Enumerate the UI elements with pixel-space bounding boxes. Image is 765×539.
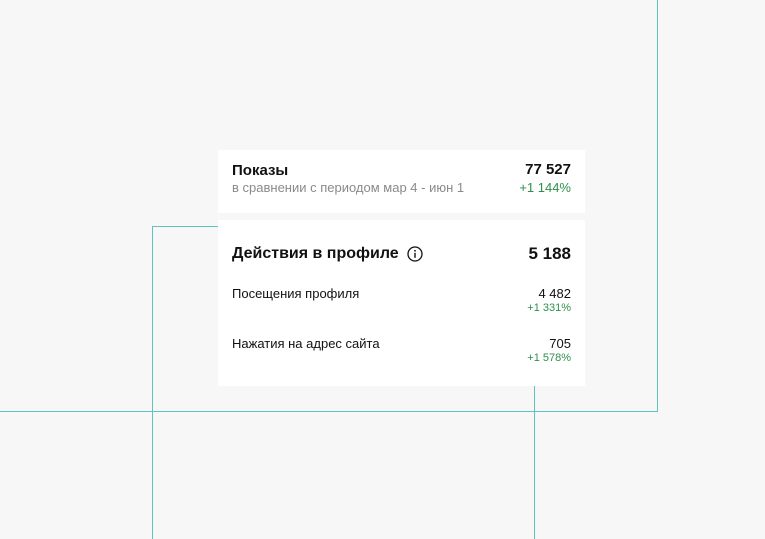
profile-actions-value: 5 188 — [528, 244, 571, 263]
profile-visits-label: Посещения профиля — [232, 286, 360, 301]
website-taps-value: 705 — [549, 336, 571, 351]
profile-actions-header: Действия в профиле — [232, 245, 423, 263]
profile-visits-change: +1 331% — [527, 302, 571, 314]
impressions-change: +1 144% — [519, 180, 571, 195]
impressions-card: Показы в сравнении с периодом мар 4 - ию… — [218, 150, 585, 213]
comparison-period-text: в сравнении с периодом мар 4 - июн 1 — [232, 180, 465, 195]
info-icon[interactable] — [407, 246, 423, 262]
website-taps-change: +1 578% — [527, 352, 571, 364]
guide-line — [0, 411, 658, 412]
guide-line — [534, 386, 535, 539]
guide-line — [657, 0, 658, 412]
profile-actions-title: Действия в профиле — [232, 245, 399, 262]
impressions-title: Показы — [232, 162, 289, 179]
impressions-value: 77 527 — [525, 161, 571, 178]
guide-line — [152, 226, 153, 539]
guide-line — [152, 226, 218, 227]
profile-actions-card: Действия в профиле 5 188 Посещения профи… — [218, 220, 585, 386]
profile-visits-value: 4 482 — [538, 286, 571, 301]
website-taps-label: Нажатия на адрес сайта — [232, 336, 380, 351]
